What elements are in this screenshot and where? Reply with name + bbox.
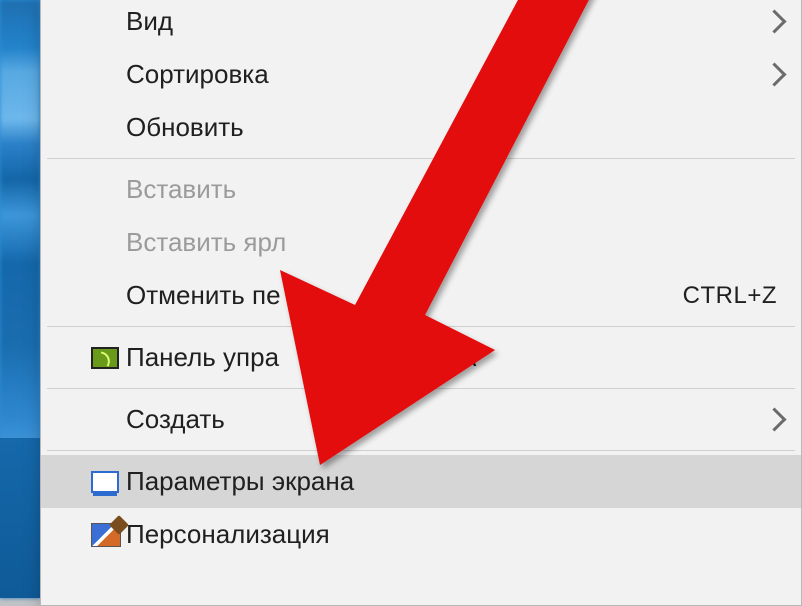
menu-item-undo[interactable]: Отменить пе CTRL+Z: [41, 269, 801, 322]
menu-item-label: Персонализация: [126, 519, 330, 550]
menu-item-label: Вставить ярл: [126, 227, 286, 258]
menu-item-label: Обновить: [126, 112, 244, 143]
menu-item-label: Сортировка: [126, 59, 269, 90]
menu-item-view[interactable]: Вид: [41, 0, 801, 48]
separator: [47, 326, 795, 327]
nvidia-icon: [91, 347, 119, 369]
menu-item-display-settings[interactable]: Параметры экрана: [41, 455, 801, 508]
menu-item-paste-shortcut: Вставить ярл: [41, 216, 801, 269]
separator: [47, 450, 795, 451]
menu-item-label: Отменить пе: [126, 280, 281, 311]
menu-item-refresh[interactable]: Обновить: [41, 101, 801, 154]
menu-item-nvidia-panel[interactable]: Панель упра А: [41, 331, 801, 384]
menu-item-paste: Вставить: [41, 163, 801, 216]
personalize-icon: [91, 523, 121, 547]
menu-item-label: Вставить: [126, 174, 236, 205]
taskbar-fragment: [0, 438, 40, 598]
chevron-right-icon: [762, 407, 786, 431]
chevron-right-icon: [762, 62, 786, 86]
display-icon: [91, 471, 119, 493]
menu-item-shortcut: CTRL+Z: [683, 282, 777, 310]
menu-item-personalize[interactable]: Персонализация: [41, 508, 801, 561]
menu-item-label: Параметры экрана: [126, 466, 354, 497]
menu-item-label: Создать: [126, 404, 225, 435]
menu-item-sort[interactable]: Сортировка: [41, 48, 801, 101]
separator: [47, 158, 795, 159]
menu-item-label: Панель упра: [126, 342, 279, 373]
menu-item-new[interactable]: Создать: [41, 393, 801, 446]
chevron-right-icon: [762, 9, 786, 33]
separator: [47, 388, 795, 389]
menu-item-label-tail: А: [459, 342, 476, 373]
desktop-context-menu[interactable]: Вид Сортировка Обновить Вставить Вставит…: [40, 0, 802, 606]
menu-item-label: Вид: [126, 6, 173, 37]
